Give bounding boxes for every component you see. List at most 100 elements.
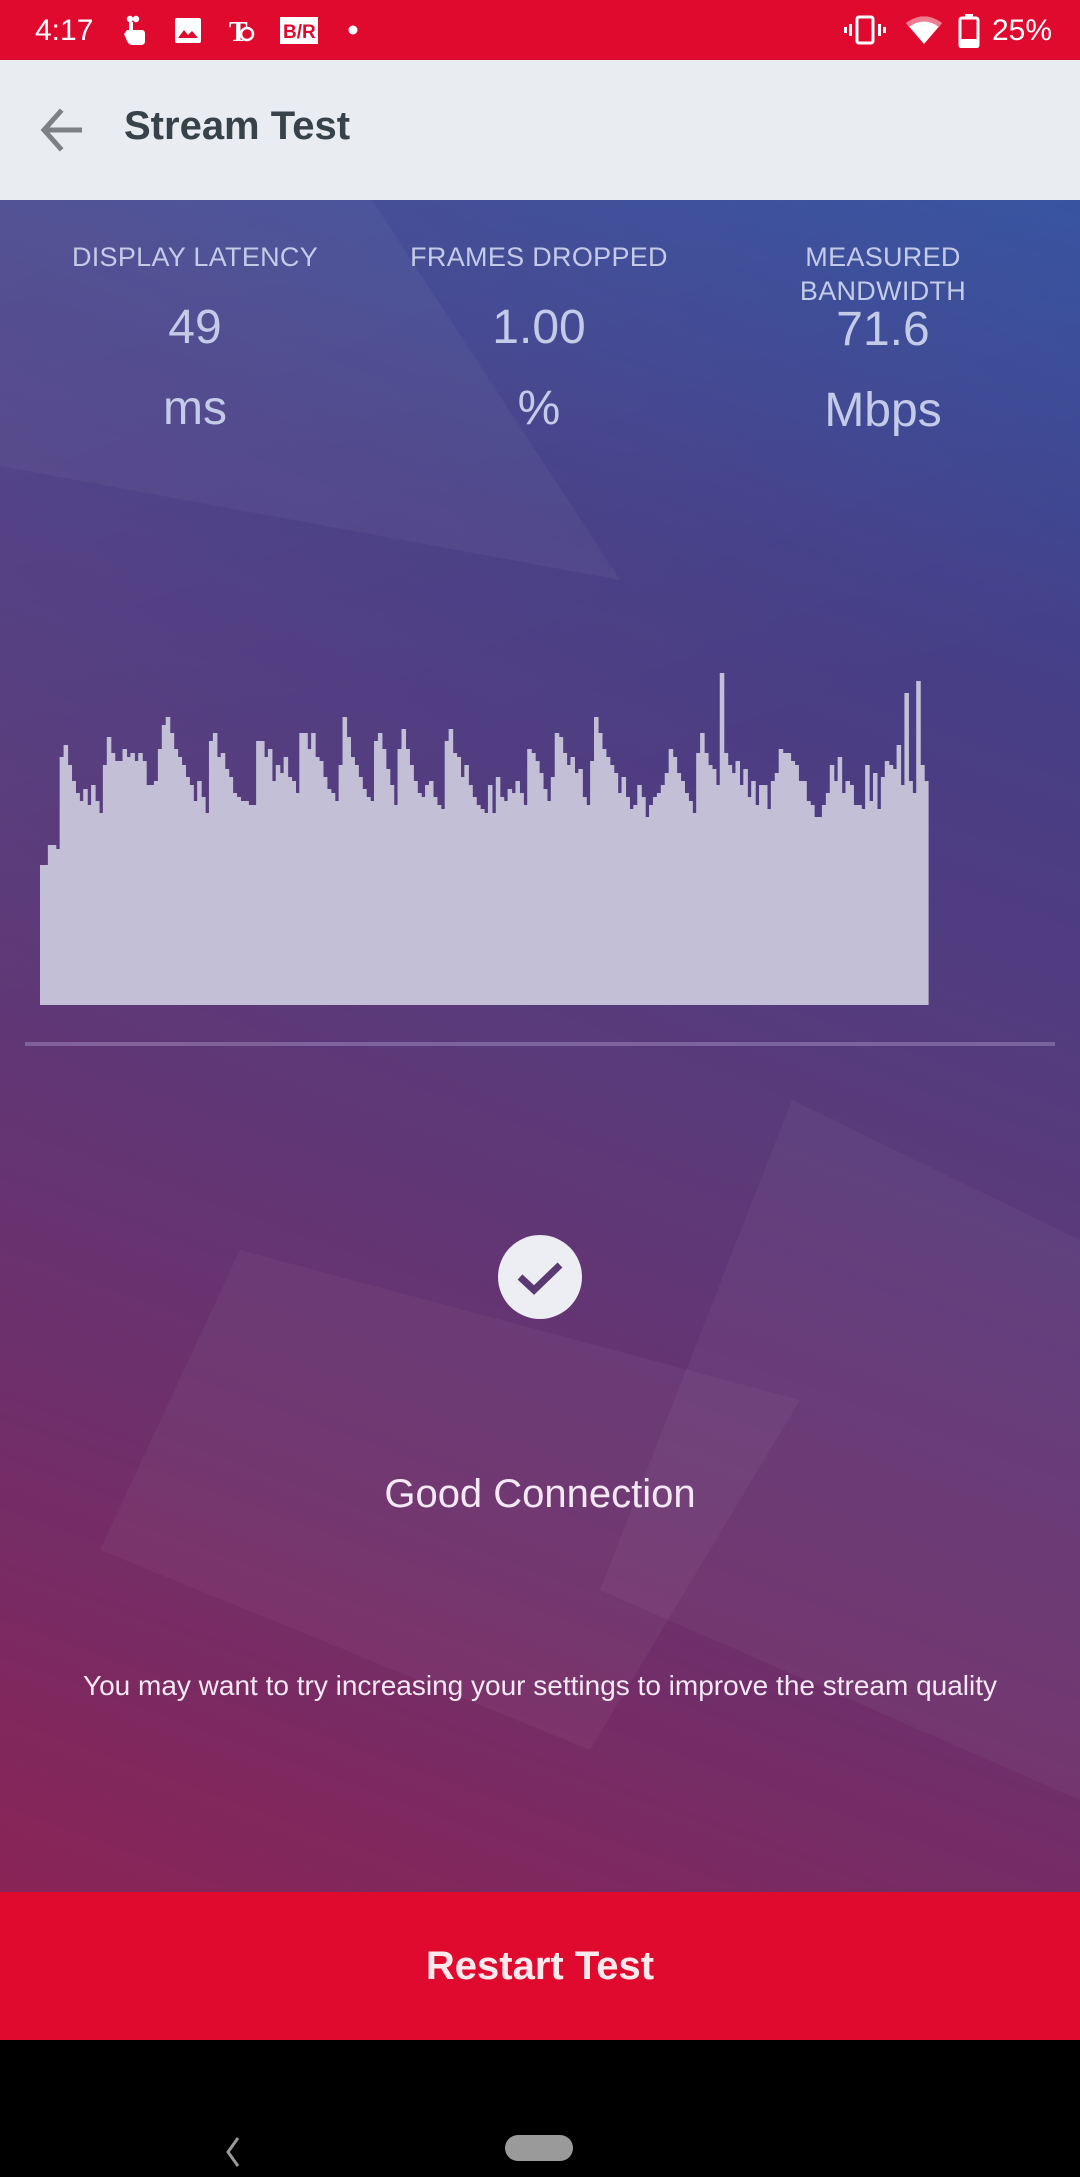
chart-bar [157,749,163,1005]
chart-bar [283,757,289,1005]
chart-bar [507,789,513,1005]
chart-bar [224,769,230,1005]
chart-bar [118,761,124,1005]
chart-bar [315,757,320,1005]
chart-bar [142,761,147,1005]
chart-bar [519,793,524,1005]
page-title: Stream Test [124,104,351,148]
chart-bar [484,813,489,1005]
chart-bar [126,757,131,1005]
chart-bar [696,753,701,1005]
chart-bar [892,769,898,1005]
chart-bar [727,765,733,1005]
chart-bar [857,805,862,1005]
chart-bar [436,805,442,1005]
chart-bar [106,737,112,1005]
stat-value: 1.00 [492,301,586,354]
chart-bar [322,777,328,1005]
chart-bar [212,733,218,1005]
chart-bar [385,769,391,1005]
chart-bar [95,801,100,1005]
chart-bar [491,813,497,1005]
chart-bar [193,801,198,1005]
chart-bar [197,781,202,1005]
chart-bar [397,749,403,1005]
chart-bar [267,749,273,1005]
chart-bar [759,785,764,1005]
chart-bar [318,761,324,1005]
chart-bar [715,785,721,1005]
chart-bar [346,737,352,1005]
chart-bar [130,753,135,1005]
chart-bar [102,765,108,1005]
chart-bar [849,785,854,1005]
chart-bar [912,793,917,1005]
chart-bar [566,765,572,1005]
chart-bar [63,745,69,1005]
chart-bar [146,785,151,1005]
chart-bar [40,865,45,1005]
chart-bar [287,777,293,1005]
chart-bar [201,797,206,1005]
chart-bar [487,785,493,1005]
chart-bar [633,805,638,1005]
stat-unit: ms [163,382,227,435]
stat-frames-dropped: FRAMES DROPPED 1.00 % [369,240,709,436]
chart-bar [405,749,410,1005]
chart-bar [601,749,607,1005]
chart-bar [499,797,505,1005]
chart-bar [821,805,827,1005]
chart-bar [704,753,709,1005]
chart-bar [55,849,61,1005]
chart-bar [660,785,666,1005]
chart-bar [888,765,894,1005]
divider [25,1042,1055,1046]
stat-value: 49 [168,301,222,354]
chart-bar [150,785,155,1005]
chart-bar [558,737,564,1005]
chart-bar [377,733,383,1005]
chart-bar [896,745,902,1005]
connection-hint: You may want to try increasing your sett… [82,1670,998,1701]
chart-bar [523,805,528,1005]
chart-bar [527,749,532,1005]
restart-test-button[interactable]: Restart Test [0,1892,1080,2040]
stats-panel: DISPLAY LATENCY 49 ms FRAMES DROPPED 1.0… [0,200,1080,500]
nav-back-icon[interactable] [218,2132,248,2172]
chart-bar [684,793,689,1005]
image-icon [172,14,204,46]
chart-bar [570,757,575,1005]
chart-bar [802,781,807,1005]
chart-bar [134,761,139,1005]
nav-home-pill-icon[interactable] [505,2135,573,2161]
chart-bar [872,773,878,1005]
chart-bar [766,809,772,1005]
chart-bar [244,801,249,1005]
chart-bar [900,785,906,1005]
bleacher-report-icon: B/R [280,14,318,46]
chart-bar [75,793,80,1005]
stream-test-content: DISPLAY LATENCY 49 ms FRAMES DROPPED 1.0… [0,200,1080,1892]
chart-bar [723,753,729,1005]
chart-bar [833,781,839,1005]
chart-bar [428,781,434,1005]
chart-bar [456,757,462,1005]
app-bar: Stream Test [0,60,1080,200]
stat-display-latency: DISPLAY LATENCY 49 ms [25,240,365,436]
chart-bar [67,765,73,1005]
chart-bar [676,773,682,1005]
chart-bar [448,729,454,1005]
chart-bar [98,813,104,1005]
chart-bar [550,777,556,1005]
stat-label: FRAMES DROPPED [410,242,668,272]
chart-bar [916,681,921,1005]
chart-bar [444,741,450,1005]
chart-bar [719,673,725,1005]
chart-bar [621,777,627,1005]
chart-bar [869,801,874,1005]
chart-bar [880,777,886,1005]
arrow-back-icon[interactable] [38,108,86,152]
chart-bar [495,777,501,1005]
chart-bar [817,817,823,1005]
chart-bar [841,793,847,1005]
